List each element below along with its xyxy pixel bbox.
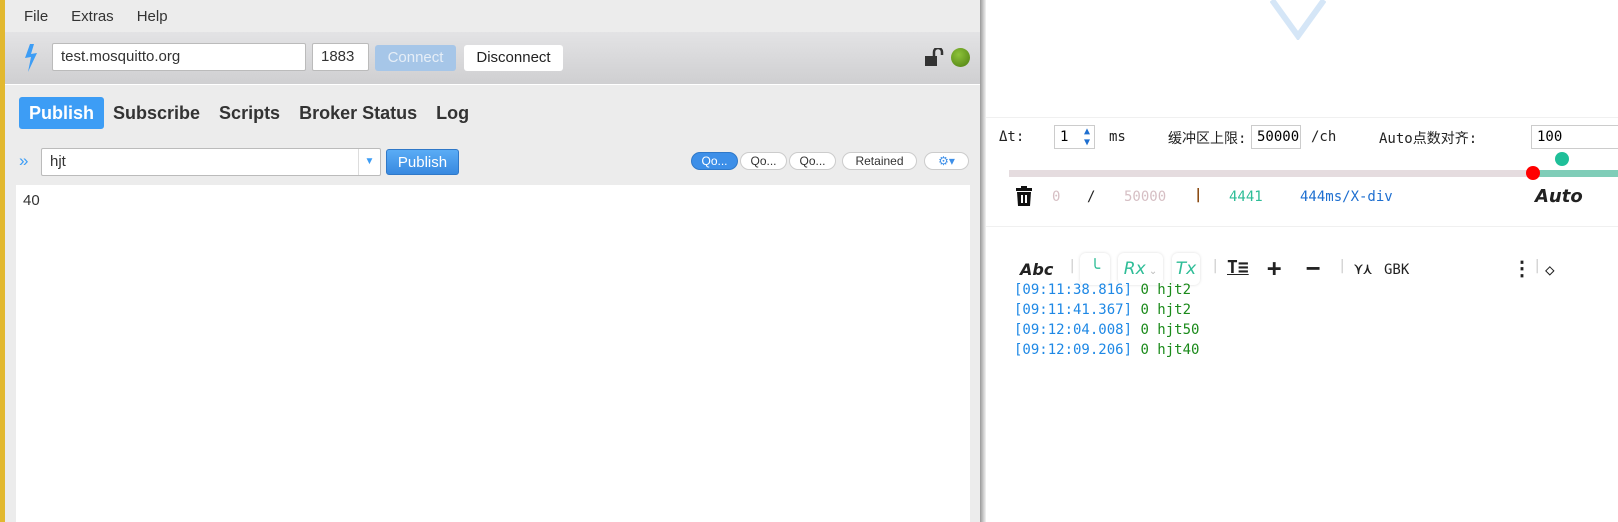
log-line: [09:12:09.206] 0 hjt40 <box>1014 342 1199 362</box>
topic-dropdown-icon[interactable]: ▼ <box>358 149 380 175</box>
qos0-button[interactable]: Qo... <box>691 152 738 170</box>
expand-icon[interactable]: » <box>19 151 28 171</box>
menu-extras[interactable]: Extras <box>71 8 114 25</box>
rx-dropdown-icon: ⌄ <box>1145 266 1158 277</box>
menu-help[interactable]: Help <box>137 8 168 25</box>
count-separator: / <box>1087 189 1096 205</box>
serial-log: [09:11:38.816] 0 hjt2 [09:11:41.367] 0 h… <box>1014 282 1199 362</box>
auto-align-input[interactable]: 100 <box>1531 125 1618 149</box>
buffer-unit: /ch <box>1311 129 1337 145</box>
rx-button[interactable]: Rx ⌄ <box>1118 253 1163 285</box>
zoom-in-icon[interactable]: + <box>1267 254 1281 282</box>
menu-bar: File Extras Help <box>5 0 980 32</box>
tab-scripts[interactable]: Scripts <box>209 97 290 129</box>
toolbar-divider: | <box>1068 258 1077 274</box>
encoding-button[interactable]: GBK <box>1384 262 1409 278</box>
buffer-count: 0 <box>1052 189 1061 205</box>
settings-gear-icon[interactable]: ⚙▾ <box>924 152 969 170</box>
tab-log[interactable]: Log <box>426 97 479 129</box>
port-input[interactable]: 1883 <box>312 43 369 71</box>
lightning-icon <box>25 44 37 72</box>
topic-value: hjt <box>50 153 66 170</box>
payload-editor[interactable]: 40 <box>16 185 970 522</box>
divider-bar: | <box>1194 187 1203 203</box>
log-message: 0 hjt40 <box>1140 342 1200 358</box>
log-time: [09:11:38.816] <box>1014 282 1133 298</box>
dt-label: Δt: <box>999 129 1025 145</box>
trash-icon[interactable] <box>1016 186 1032 206</box>
buffer-input[interactable]: 50000 <box>1251 125 1301 149</box>
zoom-out-icon[interactable]: − <box>1306 254 1320 282</box>
tab-broker-status[interactable]: Broker Status <box>289 97 427 129</box>
plot-line-icon[interactable]: ╰ <box>1080 253 1110 285</box>
dt-value: 1 <box>1060 129 1069 145</box>
log-line: [09:11:38.816] 0 hjt2 <box>1014 282 1199 302</box>
main-tabs: Publish Subscribe Scripts Broker Status … <box>19 97 478 129</box>
log-time: [09:11:41.367] <box>1014 302 1133 318</box>
x-div-readout: 444ms/X-div <box>1300 189 1393 205</box>
rx-label: Rx <box>1123 259 1146 279</box>
more-vertical-icon[interactable]: ⋮ <box>1512 256 1532 280</box>
log-line: [09:11:41.367] 0 hjt2 <box>1014 302 1199 322</box>
host-input[interactable]: test.mosquitto.org <box>52 43 306 71</box>
chevron-down-icon <box>1270 0 1326 40</box>
toolbar-divider: | <box>1211 258 1220 274</box>
dt-stepper[interactable]: 1 ▲ ▼ <box>1054 125 1095 149</box>
graph-icon[interactable]: ⋎⋏ <box>1354 260 1372 278</box>
topic-input[interactable]: hjt ▼ <box>41 148 381 176</box>
log-message: 0 hjt50 <box>1140 322 1200 338</box>
unlocked-icon <box>925 48 944 66</box>
qos2-button[interactable]: Qo... <box>789 152 836 170</box>
buffer-label: 缓冲区上限: <box>1168 131 1247 147</box>
log-time: [09:12:09.206] <box>1014 342 1133 358</box>
point-count: 4441 <box>1229 189 1263 205</box>
buffer-total: 50000 <box>1124 189 1167 205</box>
toolbar-divider: | <box>1533 258 1542 274</box>
abc-button[interactable]: Abc <box>1020 260 1053 279</box>
menu-file[interactable]: File <box>24 8 48 25</box>
stepper-arrows-icon[interactable]: ▲ ▼ <box>1084 126 1090 148</box>
range-slider-fill <box>1531 170 1618 177</box>
retained-button[interactable]: Retained <box>842 152 917 170</box>
toolbar-divider: | <box>1338 258 1347 274</box>
tab-publish[interactable]: Publish <box>19 97 105 129</box>
tab-subscribe[interactable]: Subscribe <box>103 97 210 129</box>
slider-handle-teal[interactable] <box>1555 152 1569 166</box>
mqtt-client-window: File Extras Help test.mosquitto.org 1883… <box>0 0 980 522</box>
publish-button[interactable]: Publish <box>386 149 459 175</box>
auto-button[interactable]: Auto <box>1535 186 1583 207</box>
log-line: [09:12:04.008] 0 hjt50 <box>1014 322 1199 342</box>
serial-plot-panel: Δt: 1 ▲ ▼ ms 缓冲区上限: 50000 /ch Auto点数对齐: 10… <box>986 0 1618 522</box>
log-message: 0 hjt2 <box>1140 282 1192 298</box>
log-time: [09:12:04.008] <box>1014 322 1133 338</box>
eraser-icon[interactable]: ◇ <box>1545 260 1555 279</box>
log-message: 0 hjt2 <box>1140 302 1192 318</box>
dt-unit: ms <box>1109 129 1126 145</box>
connection-status-indicator <box>951 48 970 67</box>
tx-button[interactable]: Tx <box>1172 253 1200 285</box>
disconnect-button[interactable]: Disconnect <box>464 45 563 71</box>
text-format-icon[interactable]: T≡ <box>1227 257 1249 278</box>
qos1-button[interactable]: Qo... <box>740 152 787 170</box>
range-slider-track[interactable] <box>1009 170 1529 177</box>
connection-bar: test.mosquitto.org 1883 Connect Disconne… <box>5 32 980 85</box>
slider-handle-red[interactable] <box>1526 166 1540 180</box>
auto-align-label: Auto点数对齐: <box>1379 131 1478 147</box>
connect-button[interactable]: Connect <box>375 45 456 71</box>
